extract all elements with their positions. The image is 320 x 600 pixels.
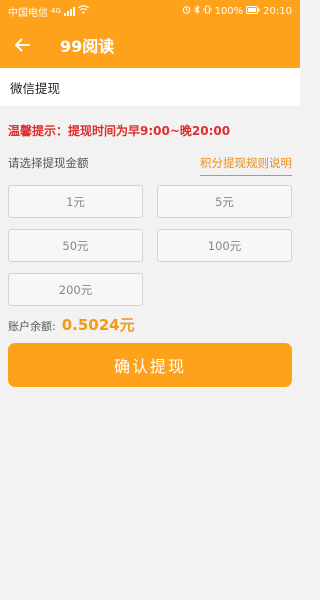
account-balance: 账户余额: 0.5024元: [8, 314, 135, 335]
rules-link[interactable]: 积分提现规则说明: [200, 155, 292, 176]
amount-option-50[interactable]: 50元: [8, 229, 143, 262]
battery-level: 100%: [214, 5, 244, 17]
page-title: 99阅读: [60, 37, 115, 56]
wifi-icon: [77, 5, 89, 17]
status-bar: 中国电信 4G 100% 20:10: [0, 0, 300, 22]
confirm-withdraw-button[interactable]: 确认提现: [8, 343, 292, 387]
network-type: 4G: [51, 7, 61, 15]
amount-option-100[interactable]: 100元: [157, 229, 292, 262]
amount-header: 请选择提现金额 积分提现规则说明: [8, 152, 292, 176]
signal-icon: [63, 6, 75, 16]
back-button[interactable]: [0, 22, 44, 68]
status-bar-left: 中国电信 4G: [8, 4, 89, 19]
carrier-name: 中国电信: [8, 7, 48, 19]
vibrate-icon: [203, 5, 212, 17]
battery-icon: [246, 5, 260, 17]
top-bar: 99阅读: [0, 22, 300, 68]
arrow-left-icon: [15, 38, 30, 52]
withdraw-method-label: 微信提现: [10, 80, 61, 96]
bluetooth-icon: [193, 5, 200, 17]
clock: 20:10: [263, 5, 292, 17]
alarm-icon: [182, 5, 191, 17]
amount-option-1[interactable]: 1元: [8, 185, 143, 218]
amount-option-5[interactable]: 5元: [157, 185, 292, 218]
withdraw-method-row[interactable]: 微信提现: [0, 68, 300, 106]
balance-value: 0.5024元: [61, 316, 135, 334]
status-bar-right: 100% 20:10: [182, 5, 292, 17]
amount-option-200[interactable]: 200元: [8, 273, 143, 306]
choose-amount-label: 请选择提现金额: [8, 156, 89, 170]
balance-label: 账户余额:: [8, 320, 56, 333]
withdraw-time-tip: 温馨提示：提现时间为早9:00~晚20:00: [8, 124, 231, 138]
